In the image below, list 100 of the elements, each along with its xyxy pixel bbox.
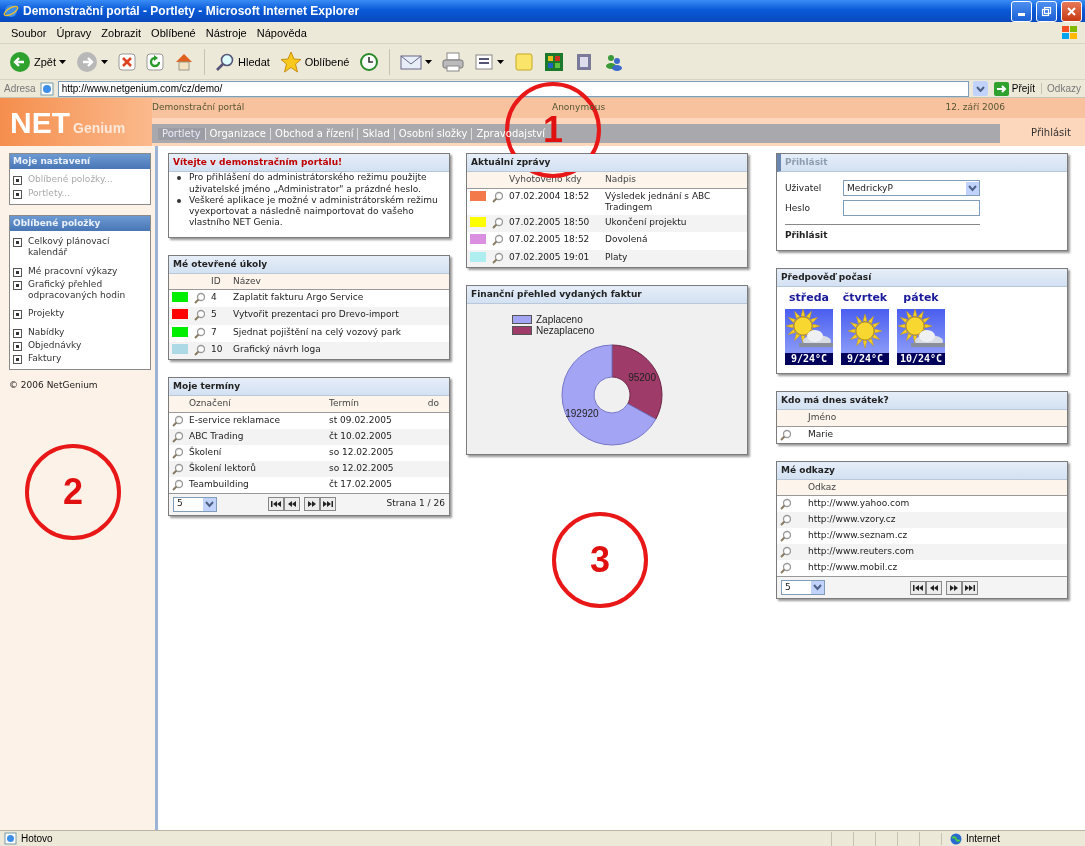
status-text: Hotovo xyxy=(21,833,53,844)
menu-item[interactable]: Úpravy xyxy=(51,26,97,39)
magnifier-icon[interactable] xyxy=(780,562,791,574)
login-button[interactable]: Přihlásit xyxy=(785,230,828,241)
zone-text: Internet xyxy=(966,833,1000,844)
minimize-button[interactable] xyxy=(1011,0,1032,22)
first-page-button[interactable] xyxy=(910,580,926,595)
stop-button[interactable] xyxy=(115,50,139,73)
magnifier-icon[interactable] xyxy=(780,514,791,526)
caret-icon xyxy=(497,59,505,64)
magnifier-icon[interactable] xyxy=(172,478,183,491)
date-label: 12. září 2006 xyxy=(945,102,1005,114)
table-cell: čt 17.02.2005 xyxy=(329,478,392,489)
magnifier-icon[interactable] xyxy=(172,414,183,427)
sidebar-item[interactable]: Grafický přehled odpracovaných hodin xyxy=(28,278,147,302)
last-page-icon xyxy=(320,499,335,509)
link[interactable]: http://www.seznam.cz xyxy=(808,530,908,540)
column-header: Jméno xyxy=(808,412,837,423)
menu-item[interactable]: Nástroje xyxy=(200,26,252,39)
favorites-button[interactable]: Oblíbené xyxy=(276,48,353,75)
magnifier-icon[interactable] xyxy=(172,462,183,475)
search-button[interactable]: Hledat xyxy=(212,49,273,74)
table-cell: st 09.02.2005 xyxy=(329,414,392,425)
bullet-text: Pro přihlášení do administrátorského režimu použijte uživatelské jméno „Administrator" a prázdné heslo. xyxy=(189,172,428,195)
close-icon xyxy=(1066,5,1077,17)
sidebar-item[interactable]: Faktury xyxy=(28,353,62,365)
magnifier-icon[interactable] xyxy=(492,251,503,264)
magnifier-icon[interactable] xyxy=(492,217,503,229)
dropdown-button[interactable] xyxy=(972,81,988,96)
flag-icon xyxy=(1061,24,1079,41)
browser-icon xyxy=(3,3,19,19)
printer-icon xyxy=(442,51,465,72)
magnifier-icon[interactable] xyxy=(492,190,503,203)
sidebar-item[interactable]: Projekty xyxy=(28,308,65,320)
chevron-icon xyxy=(975,85,985,92)
table-cell: Školení lektorů xyxy=(189,462,256,473)
user-select[interactable]: MedrickyP xyxy=(843,180,980,197)
column-header: Označení xyxy=(189,398,231,409)
page-size-select[interactable]: 5 xyxy=(781,580,825,595)
caret-icon xyxy=(425,59,433,64)
last-page-button[interactable] xyxy=(962,580,978,595)
magnifier-icon[interactable] xyxy=(780,428,791,441)
arrow-icon xyxy=(993,81,1009,96)
magnifier-icon[interactable] xyxy=(172,430,183,443)
login-link[interactable]: Přihlásit xyxy=(1031,127,1085,143)
close-button[interactable] xyxy=(1061,0,1082,22)
chevron-icon xyxy=(966,181,979,195)
bullet-icon xyxy=(177,176,181,181)
first-page-button[interactable] xyxy=(267,497,284,511)
table-cell: Marie xyxy=(808,428,834,439)
sidebar-item[interactable]: Nabídky xyxy=(28,326,65,338)
magnifier-icon[interactable] xyxy=(492,234,503,247)
magnifier-icon[interactable] xyxy=(780,546,791,558)
link[interactable]: http://www.mobil.cz xyxy=(808,562,898,572)
menu-item[interactable]: Oblíbené xyxy=(146,26,201,39)
clock-icon xyxy=(359,51,380,72)
menu-item[interactable]: Nápověda xyxy=(251,26,312,39)
table-cell: 07.02.2005 18:50 xyxy=(509,217,590,227)
column-header: Termín xyxy=(329,398,360,409)
refresh-button[interactable] xyxy=(143,50,167,73)
maximize-button[interactable] xyxy=(1036,0,1057,22)
magnifier-icon[interactable] xyxy=(194,343,205,356)
table-cell: 07.02.2005 18:52 xyxy=(509,234,590,245)
magnifier-icon[interactable] xyxy=(194,292,205,304)
column-header: do xyxy=(427,398,440,409)
previous-page-button[interactable] xyxy=(926,580,942,595)
portlet-title: Finanční přehled vydaných faktur xyxy=(467,285,747,304)
table-cell: čt 10.02.2005 xyxy=(329,430,392,441)
magnifier-icon[interactable] xyxy=(780,530,791,542)
sidebar-item[interactable]: Celkový plánovací kalendář xyxy=(28,236,147,259)
magnifier-icon[interactable] xyxy=(194,326,205,339)
address-label: Adresa xyxy=(4,83,36,94)
magnifier-icon[interactable] xyxy=(194,309,205,322)
minimize-icon xyxy=(1018,12,1025,16)
sun-icon xyxy=(841,308,889,353)
sidebar-item[interactable]: Objednávky xyxy=(28,339,82,351)
password-field[interactable] xyxy=(843,200,980,217)
next-page-button[interactable] xyxy=(303,497,320,511)
table-cell: Grafický návrh loga xyxy=(233,343,321,354)
search-icon xyxy=(215,51,235,72)
table-cell: 4 xyxy=(211,292,217,302)
link[interactable]: http://www.yahoo.com xyxy=(808,498,910,508)
next-page-button[interactable] xyxy=(946,580,962,595)
menu-item[interactable]: Soubor xyxy=(6,26,52,39)
back-button[interactable]: Zpět xyxy=(6,48,69,75)
legend-swatch xyxy=(512,326,532,335)
sidebar-item[interactable]: Mé pracovní výkazy xyxy=(28,265,118,277)
magnifier-icon[interactable] xyxy=(172,446,183,459)
links-label[interactable]: Odkazy xyxy=(1041,83,1081,94)
page-size-select[interactable]: 5 xyxy=(173,496,217,512)
magnifier-icon[interactable] xyxy=(780,498,791,510)
weather-day: středa xyxy=(789,290,829,305)
column-header: Nadpis xyxy=(605,174,636,185)
stop-icon xyxy=(118,52,136,71)
table-cell: Vytvořit prezentaci pro Drevo-import xyxy=(233,309,399,320)
address-field[interactable]: http://www.netgenium.com/cz/demo/ xyxy=(57,80,969,97)
go-button[interactable]: Přejít xyxy=(991,81,1038,96)
caret-icon xyxy=(101,59,108,64)
table-cell: Sjednat pojištění na celý vozový park xyxy=(233,326,402,337)
menu-item[interactable]: Zobrazit xyxy=(96,26,147,39)
